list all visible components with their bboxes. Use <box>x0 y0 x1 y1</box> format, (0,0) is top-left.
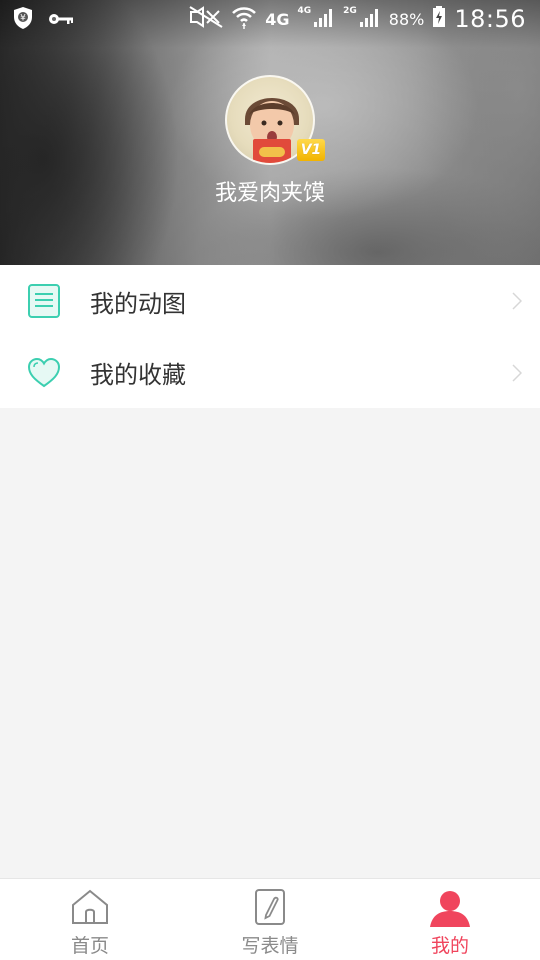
nav-item-label: 首页 <box>70 935 109 957</box>
status-right: 4G 4G 2G 88% 18:56 <box>189 4 526 34</box>
chevron-right-icon <box>512 363 523 382</box>
heart-icon <box>26 355 62 391</box>
shield-icon: ¥ <box>12 6 34 34</box>
menu-item-my-gifs[interactable]: 我的动图 <box>0 265 540 337</box>
signal-strength-icon <box>313 6 335 32</box>
signal-strength-icon-2 <box>359 6 381 32</box>
battery-percent-label: 88% <box>388 9 425 29</box>
nav-item-me[interactable]: 我的 <box>360 879 540 960</box>
nav-item-compose[interactable]: 写表情 <box>180 879 360 960</box>
menu-item-label: 我的收藏 <box>90 361 186 389</box>
battery-charging-icon <box>432 6 446 32</box>
mute-icon <box>189 6 223 32</box>
menu-item-label: 我的动图 <box>90 289 186 318</box>
pencil-note-icon <box>249 887 291 929</box>
key-icon <box>48 11 74 30</box>
vip-level-badge: V1 <box>297 139 325 161</box>
home-icon <box>69 887 111 929</box>
network-type-small-label-2: 2G <box>343 6 357 16</box>
svg-text:¥: ¥ <box>20 14 26 24</box>
clock-time: 18:56 <box>454 5 526 33</box>
status-bar: ¥ 4G 4G 2G 88% 18:56 <box>0 0 540 38</box>
chevron-right-icon <box>512 292 523 310</box>
nav-item-label: 写表情 <box>241 935 299 957</box>
profile-username[interactable]: 我爱肉夹馍 <box>0 175 540 207</box>
nav-item-home[interactable]: 首页 <box>0 879 180 960</box>
nav-item-label: 我的 <box>430 935 469 957</box>
bottom-navigation: 首页 写表情 我的 <box>0 878 540 960</box>
document-list-icon <box>26 283 62 319</box>
user-icon <box>429 887 471 929</box>
network-type-small-label: 4G <box>297 6 312 16</box>
avatar-container[interactable]: V1 <box>225 75 325 165</box>
menu-item-my-favorites[interactable]: 我的收藏 <box>0 337 540 408</box>
wifi-icon <box>231 4 257 34</box>
status-left: ¥ <box>12 6 74 34</box>
profile-screen: ¥ 4G 4G 2G 88% 18:56 V1 我爱肉夹馍 我的动图 我的收藏 … <box>0 0 540 960</box>
profile-menu: 我的动图 我的收藏 <box>0 265 540 408</box>
network-type-label: 4G <box>265 9 290 29</box>
